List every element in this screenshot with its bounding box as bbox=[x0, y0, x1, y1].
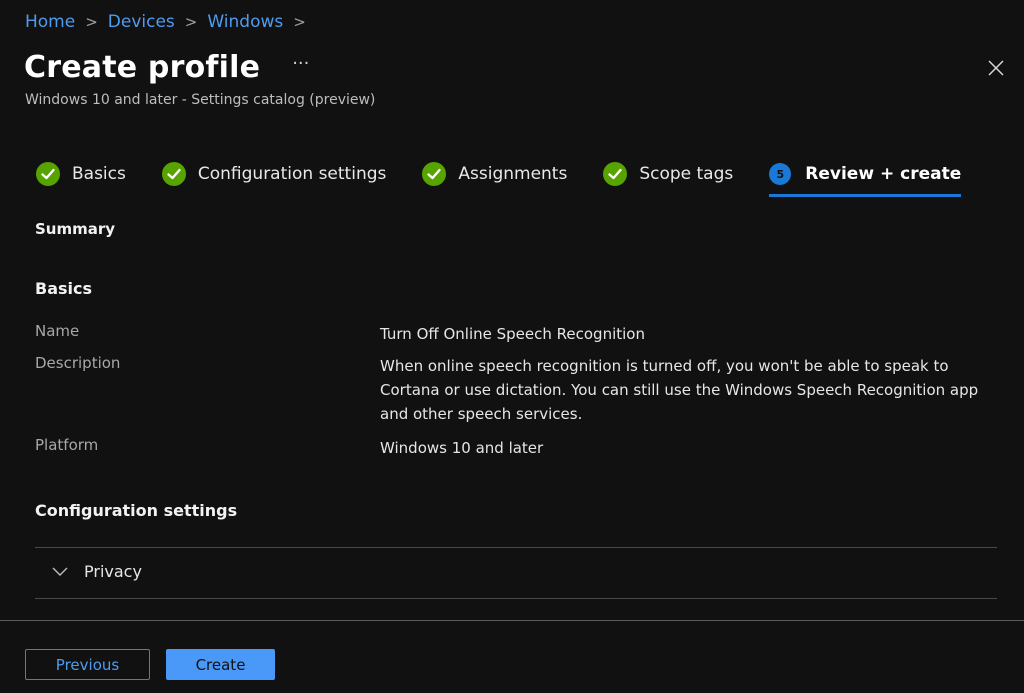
breadcrumb-separator: > bbox=[184, 13, 198, 31]
create-button[interactable]: Create bbox=[166, 649, 275, 680]
breadcrumb-devices[interactable]: Devices bbox=[108, 12, 175, 32]
field-label: Description bbox=[35, 354, 121, 372]
accordion-privacy[interactable]: Privacy bbox=[50, 562, 142, 581]
footer-divider bbox=[0, 620, 1024, 621]
step-basics[interactable]: Basics bbox=[36, 162, 126, 186]
step-scope-tags[interactable]: Scope tags bbox=[603, 162, 733, 186]
breadcrumb-home[interactable]: Home bbox=[25, 12, 75, 32]
page-subtitle: Windows 10 and later - Settings catalog … bbox=[25, 92, 376, 108]
divider bbox=[35, 547, 997, 548]
create-profile-page: Home > Devices > Windows > Create profil… bbox=[0, 0, 1024, 693]
check-circle-icon bbox=[603, 162, 628, 186]
accordion-label: Privacy bbox=[84, 562, 142, 581]
step-number-badge: 5 bbox=[769, 163, 792, 185]
title-row: Create profile ··· bbox=[24, 50, 309, 85]
wizard-steps: Basics Configuration settings Assignment… bbox=[36, 162, 997, 197]
basics-heading: Basics bbox=[35, 279, 93, 298]
breadcrumb: Home > Devices > Windows > bbox=[25, 12, 316, 32]
field-label: Name bbox=[35, 322, 80, 340]
field-value: Windows 10 and later bbox=[380, 439, 544, 457]
breadcrumb-separator: > bbox=[85, 13, 98, 31]
step-label: Review + create bbox=[805, 164, 962, 184]
check-circle-icon bbox=[36, 162, 60, 186]
more-options-button[interactable]: ··· bbox=[292, 53, 309, 74]
configuration-settings-heading: Configuration settings bbox=[35, 501, 238, 520]
divider bbox=[35, 598, 997, 599]
step-review-create[interactable]: 5 Review + create bbox=[769, 163, 962, 197]
step-label: Configuration settings bbox=[197, 164, 387, 184]
close-icon bbox=[988, 60, 1004, 76]
breadcrumb-windows[interactable]: Windows bbox=[207, 12, 283, 32]
breadcrumb-separator: > bbox=[293, 13, 306, 31]
previous-button[interactable]: Previous bbox=[25, 649, 150, 680]
chevron-down-icon bbox=[52, 567, 68, 576]
summary-heading: Summary bbox=[35, 220, 116, 238]
step-label: Basics bbox=[72, 164, 126, 184]
field-label: Platform bbox=[35, 436, 99, 454]
field-value: When online speech recognition is turned… bbox=[380, 357, 979, 423]
check-circle-icon bbox=[161, 162, 186, 186]
page-title: Create profile bbox=[24, 50, 261, 85]
step-configuration-settings[interactable]: Configuration settings bbox=[161, 162, 387, 186]
field-value: Turn Off Online Speech Recognition bbox=[380, 325, 645, 343]
step-label: Assignments bbox=[458, 164, 568, 184]
close-button[interactable] bbox=[986, 58, 1006, 78]
step-assignments[interactable]: Assignments bbox=[422, 162, 567, 186]
check-circle-icon bbox=[422, 162, 447, 186]
step-label: Scope tags bbox=[639, 164, 734, 184]
